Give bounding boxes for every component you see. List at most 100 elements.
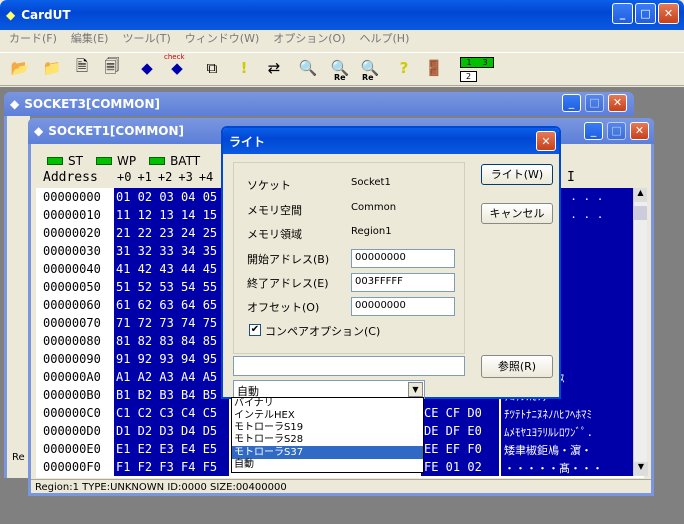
option-auto[interactable]: 自動 [232,459,423,471]
row-ascii[interactable]: ﾑﾒﾓﾔﾕﾖﾗﾘﾙﾚﾛﾜﾝﾞﾟ. [504,424,632,440]
st-led-icon [47,157,63,165]
scroll-thumb[interactable] [634,206,647,220]
write-button[interactable]: ライト(W) [481,164,553,185]
row-hex[interactable]: D1 D2 D3 D4 D5 [116,424,217,438]
minimize-button[interactable]: _ [612,3,633,24]
socket-value: Socket1 [351,177,391,188]
write-dialog[interactable]: ライト ✕ ソケット Socket1 メモリ空間 Common メモリ領域 Re… [221,126,561,399]
chevron-down-icon[interactable]: ▼ [408,382,423,397]
row-ascii[interactable]: 矮聿椒鉅鳰・濵・ [504,442,632,458]
cursor-mark: I [567,170,575,185]
row-ascii[interactable]: ﾁﾂﾃﾄﾅﾆﾇﾈﾉﾊﾋﾌﾍﾎﾏﾐ [504,406,632,422]
offset-input[interactable]: 00000000 [351,297,455,316]
row-ascii[interactable]: ・・・・・髙・・・ [504,460,632,476]
option-motorola-s19[interactable]: モトローラS19 [232,422,423,434]
row-hex[interactable]: 81 82 83 84 85 [116,334,217,348]
row-hex[interactable]: 91 92 93 94 95 [116,352,217,366]
open-folder-icon[interactable]: 📂 [8,55,32,81]
address-header: Address [43,170,98,185]
scroll-down-icon[interactable]: ▼ [634,462,648,476]
socket1-close[interactable]: ✕ [630,122,649,140]
scroll-up-icon[interactable]: ▲ [634,188,647,202]
row-hex-mid[interactable]: FE 01 02 [424,460,482,474]
socket1-title: SOCKET1[COMMON] [48,124,185,138]
row-address: 000000D0 [43,424,101,438]
row-hex[interactable]: 51 52 53 54 55 [116,280,217,294]
socket3-maximize[interactable]: □ [585,94,604,112]
row-hex[interactable]: C1 C2 C3 C4 C5 [116,406,217,420]
row-hex[interactable]: 21 22 23 24 25 [116,226,217,240]
dialog-close-button[interactable]: ✕ [536,131,556,151]
wp-led-icon [95,157,112,165]
row-address: 000000F0 [43,460,101,474]
row-hex-mid[interactable]: DE DF E0 [424,424,482,438]
menu-option[interactable]: オプション(O) [266,30,352,50]
menu-edit[interactable]: 編集(E) [64,30,116,50]
transfer-icon[interactable]: ⇄ [262,55,286,81]
memory-region-label: メモリ領域 [247,228,302,241]
warning-icon[interactable]: ! [232,55,256,81]
wp-label: WP [116,154,137,168]
main-titlebar: ◆ CardUT _ □ ✕ [0,0,684,30]
menu-tool[interactable]: ツール(T) [115,30,177,50]
row-hex[interactable]: 31 32 33 34 35 [116,244,217,258]
row-address: 00000090 [43,352,101,366]
menu-help[interactable]: ヘルプ(H) [353,30,417,50]
row-hex[interactable]: 01 02 03 04 05 [116,190,217,204]
new-folder-icon[interactable]: 📁 [40,55,64,81]
app-icon: ◆ [6,8,16,22]
row-address: 000000A0 [43,370,101,384]
batt-label: BATT [170,154,201,168]
maximize-button[interactable]: □ [635,3,656,24]
start-address-input[interactable]: 00000000 [351,249,455,268]
row-hex[interactable]: E1 E2 E3 E4 E5 [116,442,217,456]
st-label: ST [68,154,83,168]
row-hex[interactable]: 11 12 13 14 15 [116,208,217,222]
compare-checkbox[interactable]: ✔ [249,324,261,336]
row-address: 000000C0 [43,406,101,420]
socket3-title: SOCKET3[COMMON] [24,97,161,111]
row-hex[interactable]: A1 A2 A3 A4 A5 [116,370,217,384]
browse-button[interactable]: 参照(R) [481,355,553,378]
row-hex-mid[interactable]: EE EF F0 [424,442,482,456]
row-hex[interactable]: B1 B2 B3 B4 B5 [116,388,217,402]
status-leds: ST WP BATT [47,154,200,168]
socket3-close[interactable]: ✕ [608,94,627,112]
socket1-minimize[interactable]: _ [584,122,603,140]
socket3-stub-label: Re [12,452,25,463]
row-hex[interactable]: 71 72 73 74 75 [116,316,217,330]
option-motorola-s37[interactable]: モトローラS37 [232,446,423,459]
exit-icon[interactable]: 🚪 [422,55,446,81]
copy-icon[interactable]: ⧉ [200,55,224,81]
option-motorola-s28[interactable]: モトローラS28 [232,434,423,446]
row-hex[interactable]: 41 42 43 44 45 [116,262,217,276]
option-binary[interactable]: バイナリ [232,398,423,410]
socket1-maximize[interactable]: □ [607,122,626,140]
memory-region-value: Region1 [351,226,392,237]
row-address: 000000B0 [43,388,101,402]
help-icon[interactable]: ? [392,55,416,81]
row-hex-mid[interactable]: CE CF D0 [424,406,482,420]
menu-card[interactable]: カード(F) [2,30,64,50]
cancel-button[interactable]: キャンセル [481,203,553,224]
row-address: 000000E0 [43,442,101,456]
write-card-icon[interactable]: 🗐 [100,55,124,81]
socket-label: ソケット [247,179,291,192]
socket3-body-edge: Re [4,116,30,478]
search-icon[interactable]: 🔍 [296,55,320,81]
column-headers: +0 +1 +2 +3 +4 [117,170,214,184]
row-hex[interactable]: 61 62 63 64 65 [116,298,217,312]
vertical-scrollbar[interactable]: ▲ ▼ [633,188,648,476]
socket3-icon: ◆ [10,97,20,111]
socket3-minimize[interactable]: _ [562,94,581,112]
read-pc-icon[interactable]: 🗎 [70,55,94,81]
file-path-input[interactable] [233,356,465,376]
row-hex[interactable]: F1 F2 F3 F4 F5 [116,460,217,474]
format-dropdown[interactable]: バイナリ インテルHEX モトローラS19 モトローラS28 モトローラS37 … [231,397,424,473]
close-button[interactable]: ✕ [658,3,679,24]
erase-icon[interactable]: ◆ [135,55,159,81]
dialog-title: ライト [229,134,266,149]
menu-window[interactable]: ウィンドウ(W) [178,30,266,50]
option-intel-hex[interactable]: インテルHEX [232,410,423,422]
end-address-input[interactable]: 003FFFFF [351,273,455,292]
